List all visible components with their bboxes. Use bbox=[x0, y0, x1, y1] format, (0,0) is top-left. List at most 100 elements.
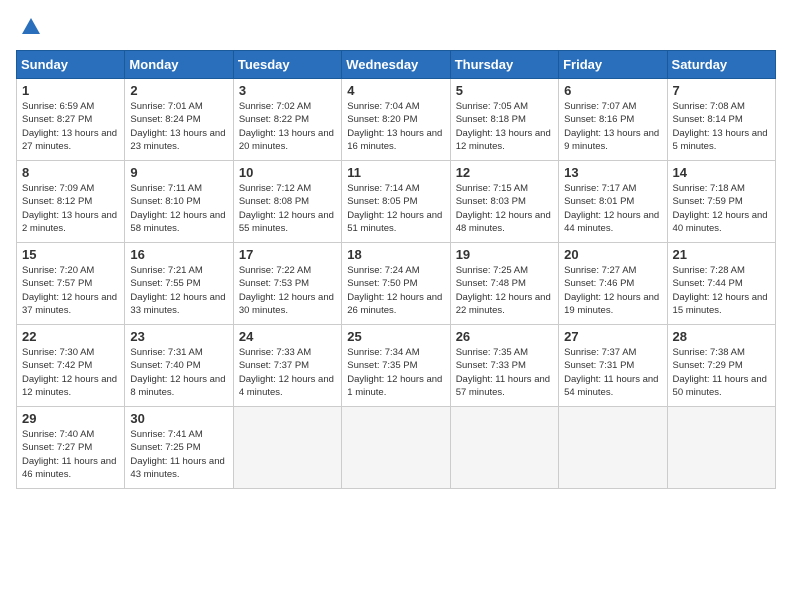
day-number: 5 bbox=[456, 83, 553, 98]
day-number: 26 bbox=[456, 329, 553, 344]
calendar-cell: 15Sunrise: 7:20 AMSunset: 7:57 PMDayligh… bbox=[17, 243, 125, 325]
calendar-week-4: 22 Sunrise: 7:30 AMSunset: 7:42 PMDayligh… bbox=[17, 325, 776, 407]
day-info: Sunrise: 7:33 AMSunset: 7:37 PMDaylight:… bbox=[239, 346, 336, 399]
day-number: 6 bbox=[564, 83, 661, 98]
calendar-cell: 26 Sunrise: 7:35 AMSunset: 7:33 PMDayligh… bbox=[450, 325, 558, 407]
day-number: 18 bbox=[347, 247, 444, 262]
calendar-cell: 9 Sunrise: 7:11 AMSunset: 8:10 PMDaylight… bbox=[125, 161, 233, 243]
day-info: Sunrise: 7:07 AMSunset: 8:16 PMDaylight:… bbox=[564, 100, 661, 153]
col-header-saturday: Saturday bbox=[667, 51, 775, 79]
day-number: 24 bbox=[239, 329, 336, 344]
calendar-cell: 20Sunrise: 7:27 AMSunset: 7:46 PMDayligh… bbox=[559, 243, 667, 325]
day-info: Sunrise: 7:17 AMSunset: 8:01 PMDaylight:… bbox=[564, 182, 661, 235]
calendar-cell: 21 Sunrise: 7:28 AMSunset: 7:44 PMDayligh… bbox=[667, 243, 775, 325]
calendar-cell: 1 Sunrise: 6:59 AMSunset: 8:27 PMDaylight… bbox=[17, 79, 125, 161]
day-info: Sunrise: 7:40 AMSunset: 7:27 PMDaylight:… bbox=[22, 428, 119, 481]
day-info: Sunrise: 7:41 AMSunset: 7:25 PMDaylight:… bbox=[130, 428, 227, 481]
calendar-week-3: 15Sunrise: 7:20 AMSunset: 7:57 PMDayligh… bbox=[17, 243, 776, 325]
calendar-cell: 8 Sunrise: 7:09 AMSunset: 8:12 PMDaylight… bbox=[17, 161, 125, 243]
calendar-cell: 14 Sunrise: 7:18 AMSunset: 7:59 PMDayligh… bbox=[667, 161, 775, 243]
day-number: 27 bbox=[564, 329, 661, 344]
day-number: 3 bbox=[239, 83, 336, 98]
calendar-cell: 23 Sunrise: 7:31 AMSunset: 7:40 PMDayligh… bbox=[125, 325, 233, 407]
day-info: Sunrise: 7:15 AMSunset: 8:03 PMDaylight:… bbox=[456, 182, 553, 235]
calendar-cell: 10 Sunrise: 7:12 AMSunset: 8:08 PMDayligh… bbox=[233, 161, 341, 243]
calendar-cell: 29 Sunrise: 7:40 AMSunset: 7:27 PMDayligh… bbox=[17, 407, 125, 489]
day-number: 12 bbox=[456, 165, 553, 180]
calendar-cell: 30 Sunrise: 7:41 AMSunset: 7:25 PMDayligh… bbox=[125, 407, 233, 489]
day-number: 30 bbox=[130, 411, 227, 426]
calendar-cell: 6 Sunrise: 7:07 AMSunset: 8:16 PMDaylight… bbox=[559, 79, 667, 161]
day-number: 4 bbox=[347, 83, 444, 98]
calendar-cell: 28Sunrise: 7:38 AMSunset: 7:29 PMDayligh… bbox=[667, 325, 775, 407]
day-info: Sunrise: 7:09 AMSunset: 8:12 PMDaylight:… bbox=[22, 182, 119, 235]
day-number: 29 bbox=[22, 411, 119, 426]
calendar-cell: 22 Sunrise: 7:30 AMSunset: 7:42 PMDayligh… bbox=[17, 325, 125, 407]
calendar-cell: 24 Sunrise: 7:33 AMSunset: 7:37 PMDayligh… bbox=[233, 325, 341, 407]
day-number: 7 bbox=[673, 83, 770, 98]
day-info: Sunrise: 7:30 AMSunset: 7:42 PMDaylight:… bbox=[22, 346, 119, 399]
calendar-cell: 19 Sunrise: 7:25 AMSunset: 7:48 PMDayligh… bbox=[450, 243, 558, 325]
page-header bbox=[16, 16, 776, 38]
day-number: 14 bbox=[673, 165, 770, 180]
day-number: 2 bbox=[130, 83, 227, 98]
calendar-table: SundayMondayTuesdayWednesdayThursdayFrid… bbox=[16, 50, 776, 489]
day-info: Sunrise: 7:20 AMSunset: 7:57 PMDaylight:… bbox=[22, 264, 119, 317]
calendar-cell bbox=[667, 407, 775, 489]
col-header-wednesday: Wednesday bbox=[342, 51, 450, 79]
day-info: Sunrise: 7:25 AMSunset: 7:48 PMDaylight:… bbox=[456, 264, 553, 317]
day-info: Sunrise: 7:28 AMSunset: 7:44 PMDaylight:… bbox=[673, 264, 770, 317]
day-info: Sunrise: 7:35 AMSunset: 7:33 PMDaylight:… bbox=[456, 346, 553, 399]
day-info: Sunrise: 7:11 AMSunset: 8:10 PMDaylight:… bbox=[130, 182, 227, 235]
day-number: 23 bbox=[130, 329, 227, 344]
calendar-cell: 12 Sunrise: 7:15 AMSunset: 8:03 PMDayligh… bbox=[450, 161, 558, 243]
day-number: 21 bbox=[673, 247, 770, 262]
day-number: 10 bbox=[239, 165, 336, 180]
day-info: Sunrise: 7:14 AMSunset: 8:05 PMDaylight:… bbox=[347, 182, 444, 235]
calendar-week-5: 29 Sunrise: 7:40 AMSunset: 7:27 PMDayligh… bbox=[17, 407, 776, 489]
day-info: Sunrise: 7:01 AMSunset: 8:24 PMDaylight:… bbox=[130, 100, 227, 153]
day-number: 22 bbox=[22, 329, 119, 344]
calendar-cell bbox=[559, 407, 667, 489]
col-header-sunday: Sunday bbox=[17, 51, 125, 79]
day-info: Sunrise: 7:04 AMSunset: 8:20 PMDaylight:… bbox=[347, 100, 444, 153]
calendar-cell: 13 Sunrise: 7:17 AMSunset: 8:01 PMDayligh… bbox=[559, 161, 667, 243]
day-info: Sunrise: 7:05 AMSunset: 8:18 PMDaylight:… bbox=[456, 100, 553, 153]
day-info: Sunrise: 7:22 AMSunset: 7:53 PMDaylight:… bbox=[239, 264, 336, 317]
day-number: 28 bbox=[673, 329, 770, 344]
calendar-header-row: SundayMondayTuesdayWednesdayThursdayFrid… bbox=[17, 51, 776, 79]
logo-icon bbox=[20, 16, 42, 38]
day-number: 19 bbox=[456, 247, 553, 262]
calendar-cell: 11 Sunrise: 7:14 AMSunset: 8:05 PMDayligh… bbox=[342, 161, 450, 243]
day-info: Sunrise: 7:08 AMSunset: 8:14 PMDaylight:… bbox=[673, 100, 770, 153]
day-info: Sunrise: 7:31 AMSunset: 7:40 PMDaylight:… bbox=[130, 346, 227, 399]
day-info: Sunrise: 7:12 AMSunset: 8:08 PMDaylight:… bbox=[239, 182, 336, 235]
day-info: Sunrise: 7:21 AMSunset: 7:55 PMDaylight:… bbox=[130, 264, 227, 317]
day-number: 9 bbox=[130, 165, 227, 180]
day-number: 8 bbox=[22, 165, 119, 180]
calendar-cell: 4 Sunrise: 7:04 AMSunset: 8:20 PMDaylight… bbox=[342, 79, 450, 161]
col-header-tuesday: Tuesday bbox=[233, 51, 341, 79]
day-number: 25 bbox=[347, 329, 444, 344]
day-info: Sunrise: 7:02 AMSunset: 8:22 PMDaylight:… bbox=[239, 100, 336, 153]
calendar-cell: 7 Sunrise: 7:08 AMSunset: 8:14 PMDaylight… bbox=[667, 79, 775, 161]
day-number: 13 bbox=[564, 165, 661, 180]
calendar-week-2: 8 Sunrise: 7:09 AMSunset: 8:12 PMDaylight… bbox=[17, 161, 776, 243]
day-info: Sunrise: 7:18 AMSunset: 7:59 PMDaylight:… bbox=[673, 182, 770, 235]
day-info: Sunrise: 6:59 AMSunset: 8:27 PMDaylight:… bbox=[22, 100, 119, 153]
day-info: Sunrise: 7:27 AMSunset: 7:46 PMDaylight:… bbox=[564, 264, 661, 317]
calendar-cell: 3 Sunrise: 7:02 AMSunset: 8:22 PMDaylight… bbox=[233, 79, 341, 161]
col-header-thursday: Thursday bbox=[450, 51, 558, 79]
calendar-cell: 17Sunrise: 7:22 AMSunset: 7:53 PMDayligh… bbox=[233, 243, 341, 325]
calendar-cell bbox=[233, 407, 341, 489]
day-number: 1 bbox=[22, 83, 119, 98]
calendar-cell bbox=[450, 407, 558, 489]
calendar-cell bbox=[342, 407, 450, 489]
calendar-cell: 5 Sunrise: 7:05 AMSunset: 8:18 PMDaylight… bbox=[450, 79, 558, 161]
calendar-cell: 25Sunrise: 7:34 AMSunset: 7:35 PMDayligh… bbox=[342, 325, 450, 407]
day-number: 11 bbox=[347, 165, 444, 180]
calendar-cell: 16 Sunrise: 7:21 AMSunset: 7:55 PMDayligh… bbox=[125, 243, 233, 325]
day-number: 16 bbox=[130, 247, 227, 262]
calendar-cell: 2 Sunrise: 7:01 AMSunset: 8:24 PMDaylight… bbox=[125, 79, 233, 161]
calendar-cell: 27Sunrise: 7:37 AMSunset: 7:31 PMDayligh… bbox=[559, 325, 667, 407]
